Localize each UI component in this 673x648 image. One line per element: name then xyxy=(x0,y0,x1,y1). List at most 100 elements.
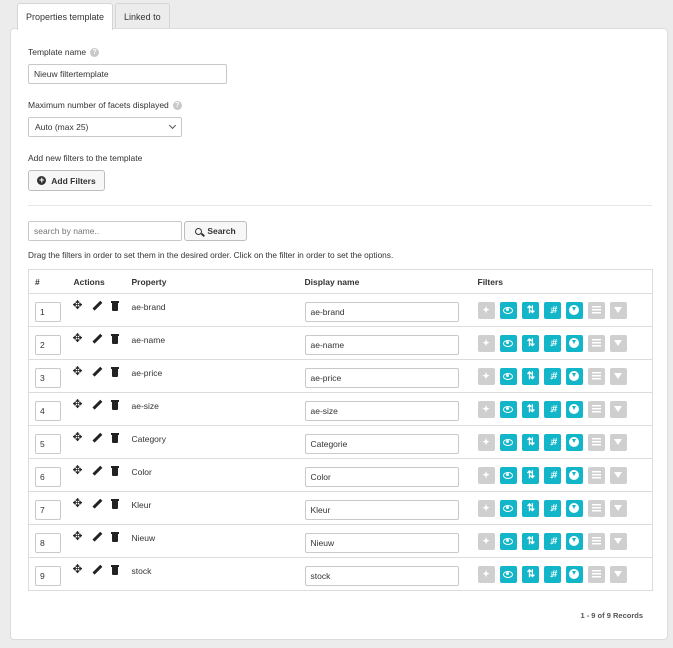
sparkle-icon[interactable]: ✦ xyxy=(477,433,495,451)
eye-icon[interactable] xyxy=(499,466,517,484)
funnel-icon[interactable] xyxy=(609,466,627,484)
sort-arrows-icon[interactable]: ⇅ xyxy=(521,466,539,484)
order-input[interactable]: 9 xyxy=(35,565,61,586)
sparkle-icon[interactable]: ✦ xyxy=(477,499,495,517)
eye-icon[interactable] xyxy=(499,334,517,352)
sort-arrows-icon[interactable]: ⇅ xyxy=(521,367,539,385)
sort-arrows-icon[interactable]: ⇅ xyxy=(521,400,539,418)
search-button[interactable]: Search xyxy=(184,221,247,241)
add-filters-button[interactable]: + Add Filters xyxy=(28,170,105,191)
max-facets-select[interactable]: Auto (max 25) xyxy=(28,117,182,137)
trash-icon[interactable] xyxy=(110,499,120,509)
eye-icon[interactable] xyxy=(499,565,517,583)
sparkle-icon[interactable]: ✦ xyxy=(477,466,495,484)
table-row[interactable]: 9 stock stock ✦ ⇅↓# xyxy=(28,557,653,591)
sparkle-icon[interactable]: ✦ xyxy=(477,367,495,385)
move-icon[interactable] xyxy=(73,397,84,411)
list-icon[interactable] xyxy=(587,301,605,319)
sort-number-icon[interactable]: ↓# xyxy=(543,334,561,352)
move-icon[interactable] xyxy=(73,364,84,378)
display-name-input[interactable]: ae-brand xyxy=(304,301,459,322)
sort-number-icon[interactable]: ↓# xyxy=(543,565,561,583)
list-icon[interactable] xyxy=(587,466,605,484)
sparkle-icon[interactable]: ✦ xyxy=(477,532,495,550)
order-input[interactable]: 6 xyxy=(35,466,61,487)
edit-icon[interactable] xyxy=(92,532,102,542)
list-icon[interactable] xyxy=(587,499,605,517)
edit-icon[interactable] xyxy=(92,466,102,476)
sort-number-icon[interactable]: ↓# xyxy=(543,499,561,517)
list-icon[interactable] xyxy=(587,565,605,583)
sort-number-icon[interactable]: ↓# xyxy=(543,367,561,385)
funnel-icon[interactable] xyxy=(609,433,627,451)
display-name-input[interactable]: ae-price xyxy=(304,367,459,388)
funnel-icon[interactable] xyxy=(609,400,627,418)
display-name-input[interactable]: Categorie xyxy=(304,433,459,454)
heart-icon[interactable] xyxy=(565,334,583,352)
funnel-icon[interactable] xyxy=(609,367,627,385)
sort-arrows-icon[interactable]: ⇅ xyxy=(521,499,539,517)
display-name-input[interactable]: ae-name xyxy=(304,334,459,355)
eye-icon[interactable] xyxy=(499,301,517,319)
sparkle-icon[interactable]: ✦ xyxy=(477,301,495,319)
order-input[interactable]: 3 xyxy=(35,367,61,388)
display-name-input[interactable]: Nieuw xyxy=(304,532,459,553)
move-icon[interactable] xyxy=(73,331,84,345)
help-icon[interactable]: ? xyxy=(172,100,182,110)
edit-icon[interactable] xyxy=(92,367,102,377)
trash-icon[interactable] xyxy=(110,466,120,476)
edit-icon[interactable] xyxy=(92,400,102,410)
template-name-input[interactable] xyxy=(28,64,227,84)
eye-icon[interactable] xyxy=(499,367,517,385)
table-row[interactable]: 6 Color Color ✦ ⇅↓# xyxy=(28,458,653,492)
heart-icon[interactable] xyxy=(565,367,583,385)
move-icon[interactable] xyxy=(73,298,84,312)
sort-arrows-icon[interactable]: ⇅ xyxy=(521,334,539,352)
sort-arrows-icon[interactable]: ⇅ xyxy=(521,301,539,319)
order-input[interactable]: 5 xyxy=(35,433,61,454)
edit-icon[interactable] xyxy=(92,565,102,575)
order-input[interactable]: 8 xyxy=(35,532,61,553)
heart-icon[interactable] xyxy=(565,400,583,418)
edit-icon[interactable] xyxy=(92,499,102,509)
heart-icon[interactable] xyxy=(565,532,583,550)
funnel-icon[interactable] xyxy=(609,565,627,583)
sparkle-icon[interactable]: ✦ xyxy=(477,334,495,352)
trash-icon[interactable] xyxy=(110,433,120,443)
sort-arrows-icon[interactable]: ⇅ xyxy=(521,565,539,583)
funnel-icon[interactable] xyxy=(609,301,627,319)
move-icon[interactable] xyxy=(73,463,84,477)
table-row[interactable]: 3 ae-price ae-price ✦ ⇅↓# xyxy=(28,359,653,393)
heart-icon[interactable] xyxy=(565,565,583,583)
order-input[interactable]: 4 xyxy=(35,400,61,421)
sort-number-icon[interactable]: ↓# xyxy=(543,400,561,418)
display-name-input[interactable]: Kleur xyxy=(304,499,459,520)
trash-icon[interactable] xyxy=(110,301,120,311)
eye-icon[interactable] xyxy=(499,532,517,550)
list-icon[interactable] xyxy=(587,400,605,418)
eye-icon[interactable] xyxy=(499,433,517,451)
edit-icon[interactable] xyxy=(92,433,102,443)
display-name-input[interactable]: Color xyxy=(304,466,459,487)
heart-icon[interactable] xyxy=(565,301,583,319)
heart-icon[interactable] xyxy=(565,433,583,451)
help-icon[interactable]: ? xyxy=(90,47,100,57)
move-icon[interactable] xyxy=(73,562,84,576)
sort-number-icon[interactable]: ↓# xyxy=(543,532,561,550)
sparkle-icon[interactable]: ✦ xyxy=(477,565,495,583)
move-icon[interactable] xyxy=(73,496,84,510)
move-icon[interactable] xyxy=(73,529,84,543)
heart-icon[interactable] xyxy=(565,499,583,517)
eye-icon[interactable] xyxy=(499,499,517,517)
list-icon[interactable] xyxy=(587,532,605,550)
sort-number-icon[interactable]: ↓# xyxy=(543,301,561,319)
sort-arrows-icon[interactable]: ⇅ xyxy=(521,433,539,451)
display-name-input[interactable]: stock xyxy=(304,565,459,586)
move-icon[interactable] xyxy=(73,430,84,444)
tab-linked-to[interactable]: Linked to xyxy=(115,3,170,29)
trash-icon[interactable] xyxy=(110,532,120,542)
eye-icon[interactable] xyxy=(499,400,517,418)
order-input[interactable]: 7 xyxy=(35,499,61,520)
table-row[interactable]: 4 ae-size ae-size ✦ ⇅↓# xyxy=(28,392,653,426)
edit-icon[interactable] xyxy=(92,301,102,311)
